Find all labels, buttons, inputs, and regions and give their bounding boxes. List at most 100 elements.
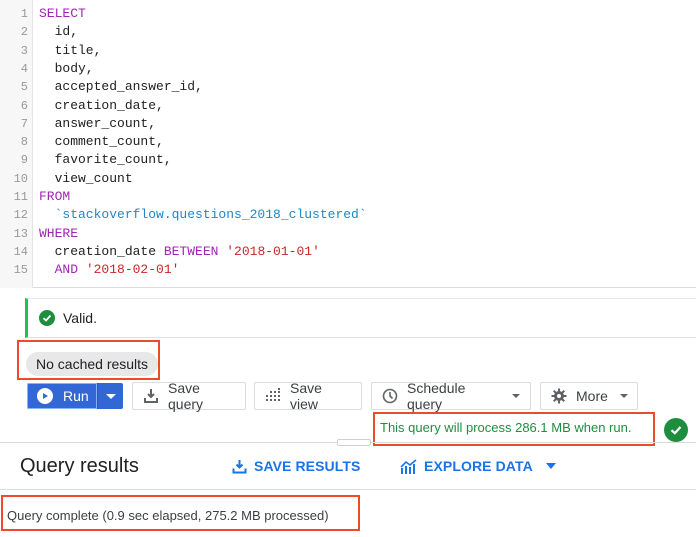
line-number: 1 <box>20 7 28 21</box>
code-line[interactable]: 15 AND '2018-02-01' <box>0 261 690 279</box>
code-line[interactable]: 5 accepted_answer_id, <box>0 78 690 96</box>
grid-dots-icon <box>265 388 281 404</box>
line-number: 11 <box>13 190 28 204</box>
code-line[interactable]: 8 comment_count, <box>0 133 690 151</box>
code-text: id, <box>39 23 78 41</box>
code-line[interactable]: 12 `stackoverflow.questions_2018_cluster… <box>0 206 690 224</box>
validation-text: Valid. <box>63 310 97 326</box>
check-circle-icon <box>39 310 55 326</box>
code-text: SELECT <box>39 5 86 23</box>
code-text: creation_date BETWEEN '2018-01-01' <box>39 243 320 261</box>
query-status-text: Query complete (0.9 sec elapsed, 275.2 M… <box>7 508 329 523</box>
code-line[interactable]: 6 creation_date, <box>0 97 690 115</box>
chart-icon <box>400 458 417 474</box>
code-line[interactable]: 13 WHERE <box>0 225 690 243</box>
line-number: 3 <box>20 43 28 58</box>
caret-down-icon <box>545 463 556 469</box>
line-number: 5 <box>20 80 28 95</box>
sql-keyword: SELECT <box>39 6 86 21</box>
explore-data-label: EXPLORE DATA <box>424 458 533 474</box>
line-number: 6 <box>20 98 28 113</box>
code-line[interactable]: 7 answer_count, <box>0 115 690 133</box>
code-text: WHERE <box>39 225 78 243</box>
sql-table-ref: `stackoverflow.questions_2018_clustered` <box>39 207 367 223</box>
bytes-estimate-text: This query will process 286.1 MB when ru… <box>380 420 632 435</box>
run-label: Run <box>63 388 89 404</box>
line-number: 4 <box>20 61 28 76</box>
resize-handle[interactable] <box>337 439 371 446</box>
code-text: AND '2018-02-01' <box>39 261 180 279</box>
save-results-button[interactable]: SAVE RESULTS <box>232 458 360 474</box>
code-line[interactable]: 2 id, <box>0 23 690 41</box>
line-number: 10 <box>13 171 28 186</box>
code-text: `stackoverflow.questions_2018_clustered` <box>39 206 367 224</box>
code-line[interactable]: 1 SELECT <box>0 5 690 23</box>
gear-icon <box>551 388 567 404</box>
sql-string: '2018-01-01' <box>226 243 320 259</box>
save-query-label: Save query <box>168 380 204 412</box>
sql-editor[interactable]: 1 SELECT 2 id, 3 title, 4 body, 5 accepted_an… <box>0 0 696 288</box>
code-text: accepted_answer_id, <box>39 78 203 96</box>
line-number: 9 <box>20 153 28 168</box>
caret-down-icon <box>105 393 116 399</box>
code-line[interactable]: 14 creation_date BETWEEN '2018-01-01' <box>0 243 690 261</box>
line-number: 2 <box>20 25 28 40</box>
more-label: More <box>576 388 608 404</box>
sql-string: '2018-02-01' <box>85 262 180 278</box>
sql-token: favorite_count, <box>39 152 172 168</box>
play-icon <box>37 388 53 404</box>
caret-down-icon <box>512 394 520 398</box>
line-number: 13 <box>13 226 28 241</box>
sql-token: title, <box>39 42 102 58</box>
line-number: 8 <box>20 135 28 150</box>
download-icon <box>232 459 247 474</box>
sql-token: comment_count, <box>39 134 164 150</box>
code-text: body, <box>39 60 94 78</box>
line-number: 7 <box>20 116 28 131</box>
cache-status-chip: No cached results <box>26 352 159 376</box>
run-button[interactable]: Run <box>27 383 97 409</box>
code-line[interactable]: 4 body, <box>0 60 690 78</box>
explore-data-button[interactable]: EXPLORE DATA <box>400 458 556 474</box>
code-line[interactable]: 10 view_count <box>0 170 690 188</box>
schedule-query-button[interactable]: Schedule query <box>371 380 531 412</box>
validation-banner: Valid. <box>25 298 696 338</box>
run-button-group[interactable]: Run <box>27 383 123 409</box>
sql-keyword: AND <box>54 262 79 278</box>
code-text: FROM <box>39 188 70 206</box>
caret-down-icon <box>619 394 628 398</box>
sql-token: body, <box>39 60 94 76</box>
sql-keyword: FROM <box>39 189 71 204</box>
results-divider <box>0 489 696 490</box>
code-text: comment_count, <box>39 133 164 151</box>
clock-icon <box>382 388 398 404</box>
line-number: 14 <box>13 244 28 259</box>
code-text: answer_count, <box>39 115 156 133</box>
save-view-button[interactable]: Save view <box>254 380 362 412</box>
run-options-dropdown[interactable] <box>97 383 123 409</box>
sql-keyword: WHERE <box>39 225 79 241</box>
save-results-label: SAVE RESULTS <box>254 458 361 474</box>
sql-token: id, <box>39 24 79 40</box>
sql-token: accepted_answer_id, <box>39 79 203 95</box>
query-results-title: Query results <box>20 455 139 477</box>
sql-token: creation_date, <box>39 97 164 113</box>
schedule-query-label: Schedule query <box>407 380 466 412</box>
code-line[interactable]: 11 FROM <box>0 188 690 206</box>
more-button[interactable]: More <box>540 382 638 410</box>
line-number: 15 <box>13 263 28 278</box>
sql-token: answer_count, <box>39 115 157 131</box>
line-number: 12 <box>13 208 28 223</box>
check-circle-icon <box>664 418 688 442</box>
sql-keyword: BETWEEN <box>163 243 219 259</box>
code-line[interactable]: 3 title, <box>0 42 690 60</box>
download-icon <box>143 388 159 404</box>
code-line[interactable]: 9 favorite_count, <box>0 151 690 169</box>
save-query-button[interactable]: Save query <box>132 380 246 412</box>
code-text: title, <box>39 42 102 60</box>
sql-token: creation_date <box>39 243 164 259</box>
save-view-label: Save view <box>290 380 322 412</box>
code-text: creation_date, <box>39 97 164 115</box>
